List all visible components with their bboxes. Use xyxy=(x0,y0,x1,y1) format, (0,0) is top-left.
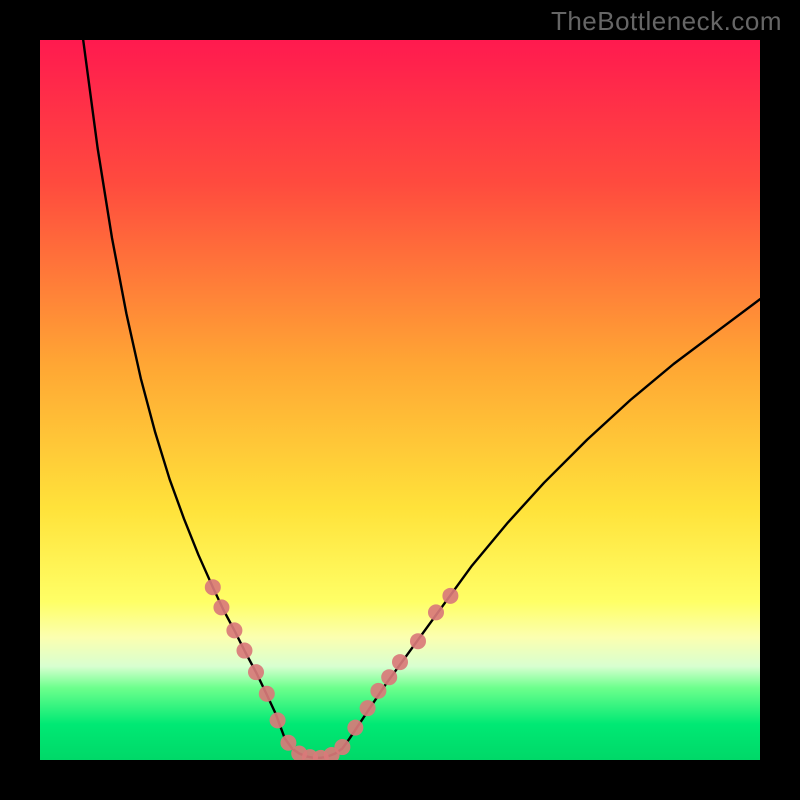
highlight-dot xyxy=(236,643,252,659)
bottleneck-curve xyxy=(83,40,760,758)
highlight-dot xyxy=(381,669,397,685)
highlight-dot xyxy=(334,739,350,755)
highlight-dot xyxy=(360,700,376,716)
highlight-dot xyxy=(259,686,275,702)
highlight-dot xyxy=(347,720,363,736)
chart-frame: TheBottleneck.com xyxy=(0,0,800,800)
highlight-dot xyxy=(270,712,286,728)
highlight-dot xyxy=(248,664,264,680)
highlight-dot xyxy=(226,622,242,638)
highlight-dot xyxy=(205,579,221,595)
highlight-dot xyxy=(392,654,408,670)
highlight-dot xyxy=(370,683,386,699)
curve-layer xyxy=(40,40,760,760)
highlight-dot xyxy=(442,588,458,604)
highlight-dot xyxy=(213,599,229,615)
highlight-dot xyxy=(428,604,444,620)
watermark-text: TheBottleneck.com xyxy=(551,6,782,37)
plot-area xyxy=(40,40,760,760)
highlight-dot xyxy=(410,633,426,649)
